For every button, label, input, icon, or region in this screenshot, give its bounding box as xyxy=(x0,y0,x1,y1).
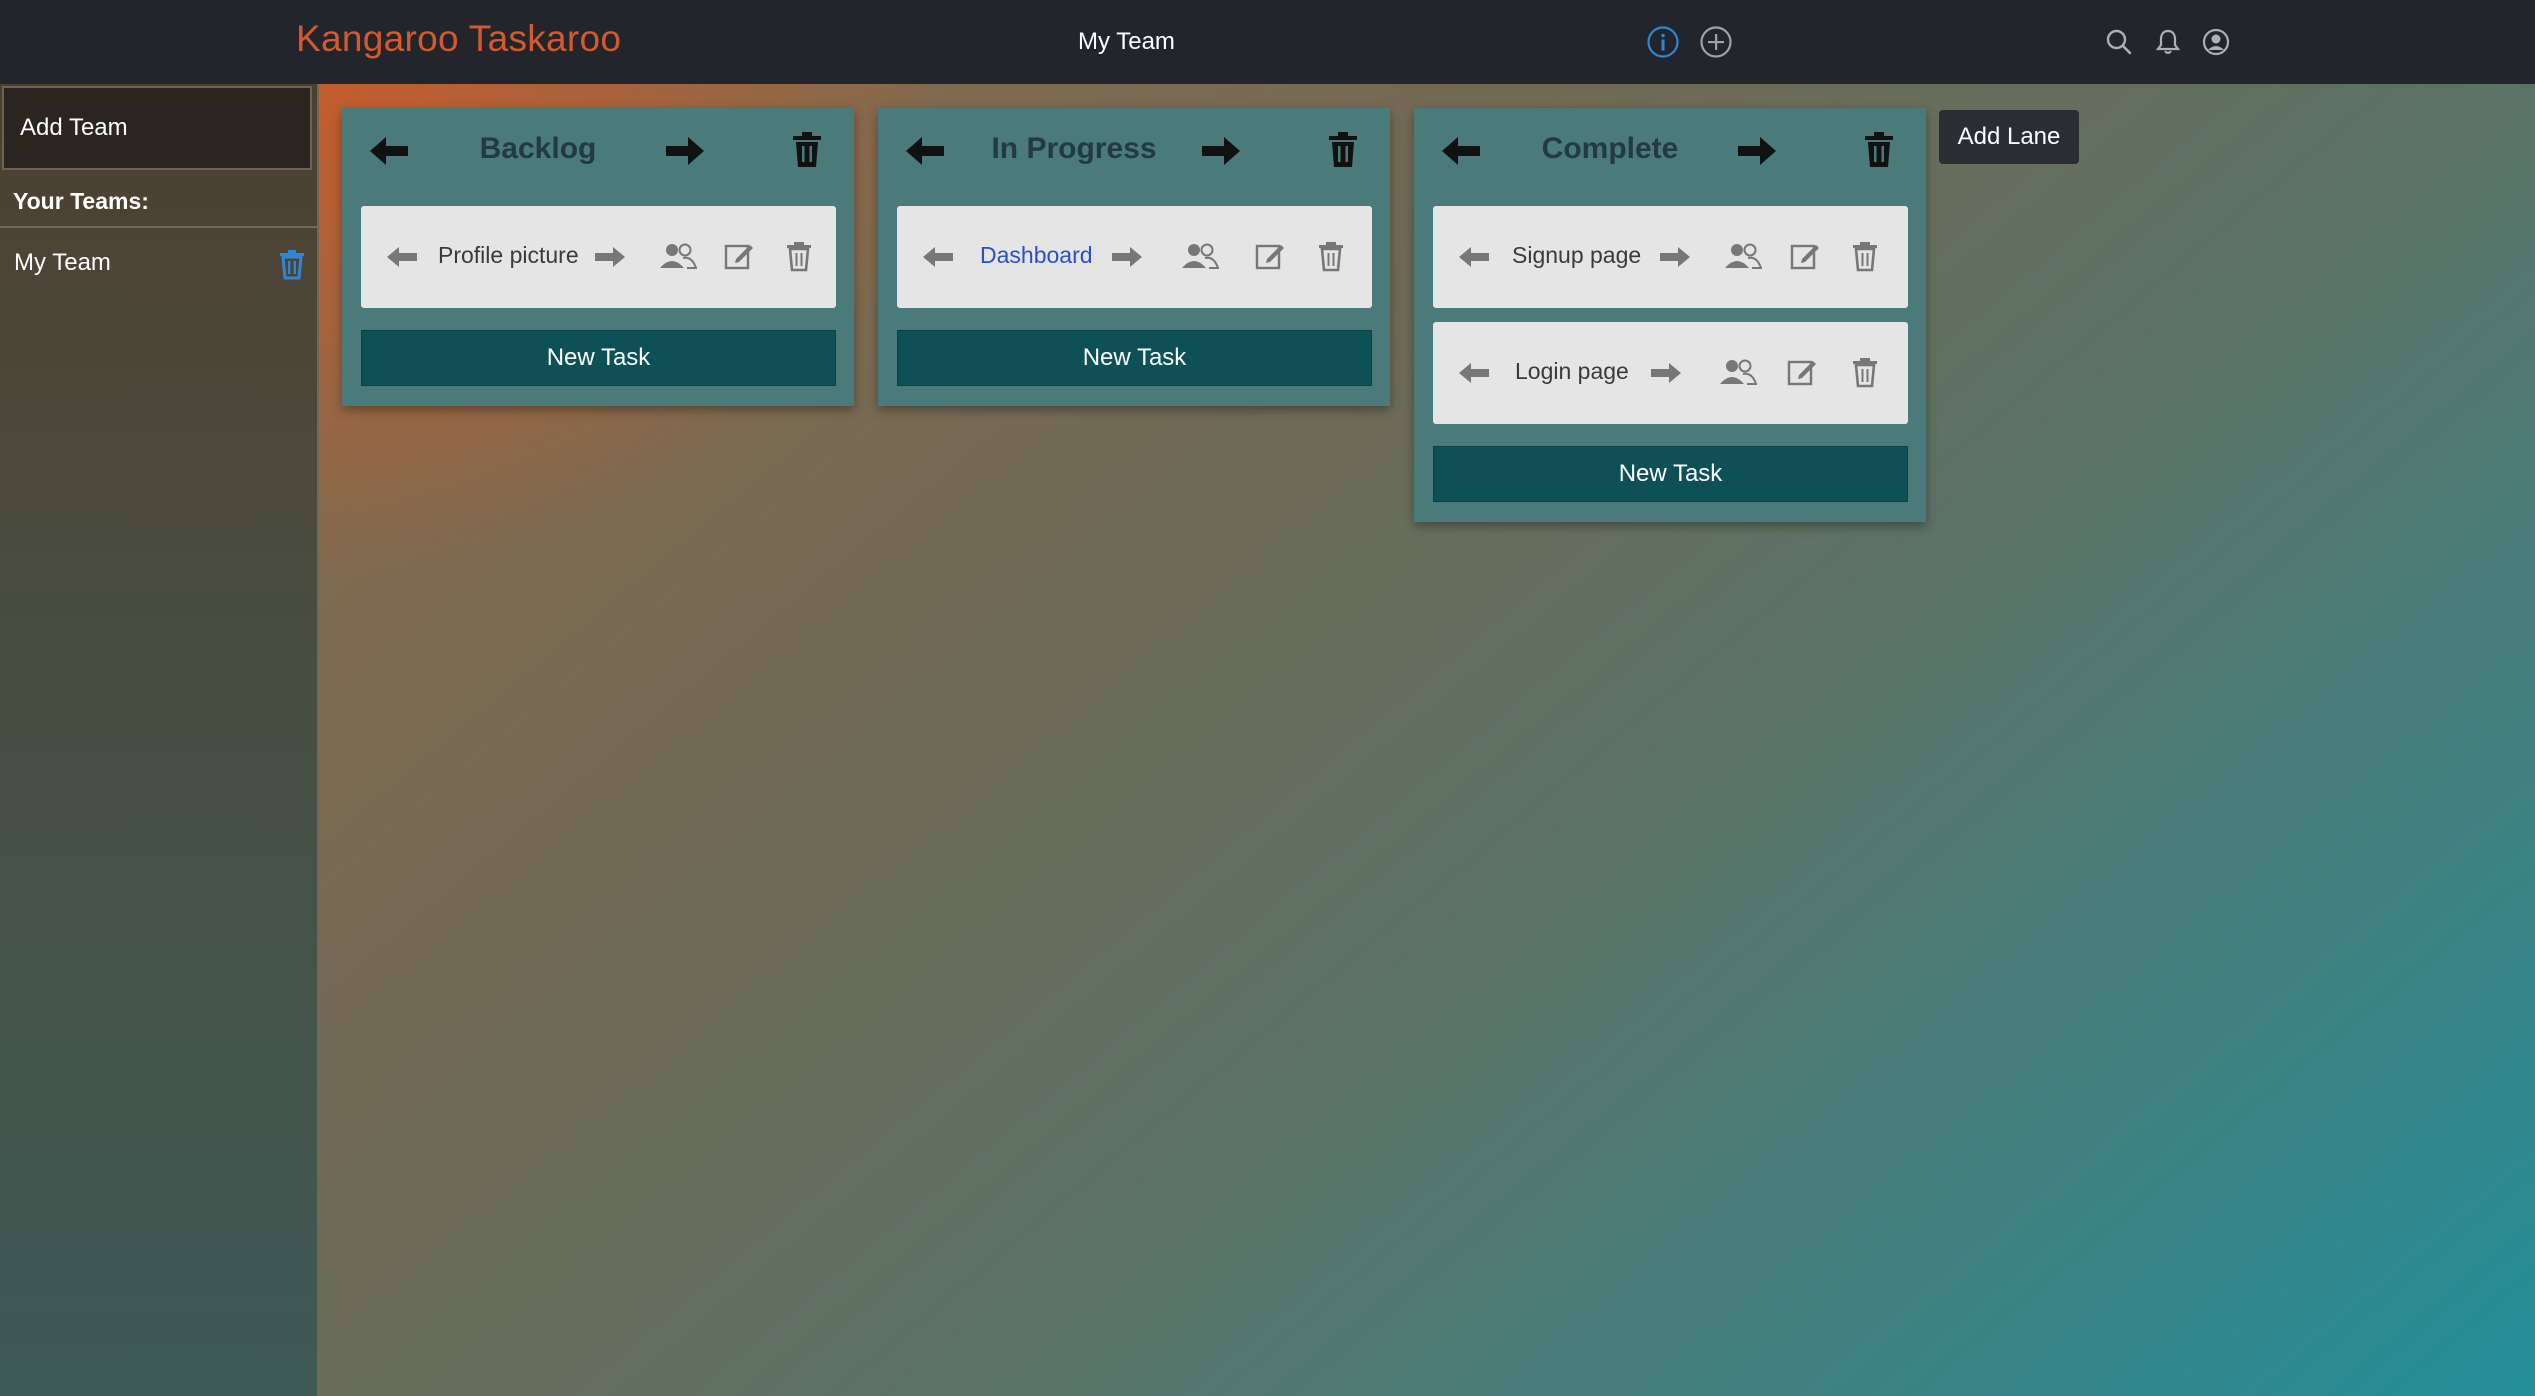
move-lane-left-icon[interactable] xyxy=(1440,132,1482,170)
move-task-right-icon[interactable] xyxy=(1649,356,1683,390)
assign-users-icon[interactable] xyxy=(1724,240,1763,274)
task-name-link[interactable]: Dashboard xyxy=(980,242,1093,269)
your-teams-heading: Your Teams: xyxy=(13,188,149,214)
delete-lane-icon[interactable] xyxy=(792,132,822,170)
delete-task-icon[interactable] xyxy=(1851,240,1879,274)
search-icon[interactable] xyxy=(2104,27,2134,57)
delete-lane-icon[interactable] xyxy=(1864,132,1894,170)
lane-header: In Progress xyxy=(878,108,1390,192)
edit-task-icon[interactable] xyxy=(723,240,755,274)
move-task-left-icon[interactable] xyxy=(1457,240,1491,274)
lane-title[interactable]: In Progress xyxy=(958,132,1190,166)
move-task-right-icon[interactable] xyxy=(593,240,627,274)
delete-task-icon[interactable] xyxy=(1851,356,1879,390)
current-team-title: My Team xyxy=(1078,28,1175,55)
assign-users-icon[interactable] xyxy=(1181,240,1220,274)
task-name[interactable]: Profile picture xyxy=(438,242,579,269)
new-task-button[interactable]: New Task xyxy=(1433,446,1908,502)
new-task-button[interactable]: New Task xyxy=(361,330,836,386)
edit-task-icon[interactable] xyxy=(1786,356,1818,390)
move-task-left-icon[interactable] xyxy=(1457,356,1491,390)
info-icon[interactable] xyxy=(1646,25,1680,59)
move-task-left-icon[interactable] xyxy=(385,240,419,274)
move-task-right-icon[interactable] xyxy=(1110,240,1144,274)
delete-task-icon[interactable] xyxy=(785,240,813,274)
team-name[interactable]: My Team xyxy=(14,249,111,277)
lane-title[interactable]: Backlog xyxy=(422,132,654,166)
delete-team-icon[interactable] xyxy=(276,248,308,280)
lane-complete: Complete Signup page Login page New Task xyxy=(1414,108,1926,522)
move-lane-right-icon[interactable] xyxy=(1200,132,1242,170)
new-task-button[interactable]: New Task xyxy=(897,330,1372,386)
lane-header: Complete xyxy=(1414,108,1926,192)
add-team-button[interactable]: Add Team xyxy=(2,86,312,170)
edit-task-icon[interactable] xyxy=(1254,240,1286,274)
move-lane-right-icon[interactable] xyxy=(1736,132,1778,170)
lane-in-progress: In Progress Dashboard New Task xyxy=(878,108,1390,406)
assign-users-icon[interactable] xyxy=(1719,356,1758,390)
edit-task-icon[interactable] xyxy=(1789,240,1821,274)
move-task-left-icon[interactable] xyxy=(921,240,955,274)
task-name[interactable]: Signup page xyxy=(1512,242,1641,269)
lane-title[interactable]: Complete xyxy=(1494,132,1726,166)
move-lane-right-icon[interactable] xyxy=(664,132,706,170)
sidebar: Add Team Your Teams: My Team xyxy=(0,84,319,1396)
task-card[interactable]: Login page xyxy=(1433,322,1908,424)
user-circle-icon[interactable] xyxy=(2201,27,2231,57)
delete-task-icon[interactable] xyxy=(1317,240,1345,274)
add-lane-button[interactable]: Add Lane xyxy=(1939,110,2079,164)
lane-backlog: Backlog Profile picture New Task xyxy=(342,108,854,406)
task-name[interactable]: Login page xyxy=(1515,358,1629,385)
assign-users-icon[interactable] xyxy=(659,240,698,274)
add-circle-icon[interactable] xyxy=(1699,25,1733,59)
task-card[interactable]: Signup page xyxy=(1433,206,1908,308)
task-card[interactable]: Profile picture xyxy=(361,206,836,308)
move-task-right-icon[interactable] xyxy=(1658,240,1692,274)
delete-lane-icon[interactable] xyxy=(1328,132,1358,170)
brand-logo-text[interactable]: Kangaroo Taskaroo xyxy=(296,18,621,60)
top-navbar: Kangaroo Taskaroo My Team xyxy=(0,0,2535,84)
sidebar-divider xyxy=(0,226,317,228)
move-lane-left-icon[interactable] xyxy=(368,132,410,170)
task-card[interactable]: Dashboard xyxy=(897,206,1372,308)
sidebar-item-my-team[interactable]: My Team xyxy=(0,240,317,286)
lane-header: Backlog xyxy=(342,108,854,192)
board-area: Backlog Profile picture New Task In Prog… xyxy=(319,84,2535,1396)
bell-icon[interactable] xyxy=(2153,27,2183,57)
move-lane-left-icon[interactable] xyxy=(904,132,946,170)
